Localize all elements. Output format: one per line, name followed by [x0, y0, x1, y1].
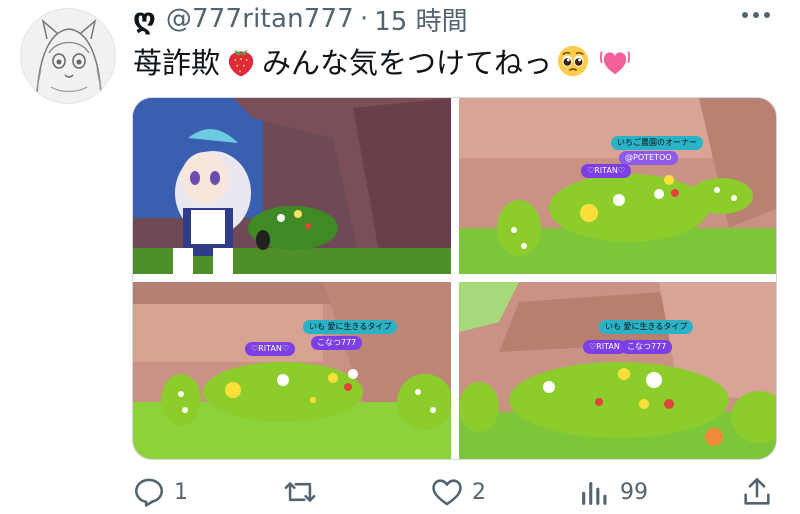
game-scene-bushes-1 — [459, 98, 776, 274]
nameplate-title: いも 愛に生きるタイプ — [303, 320, 398, 334]
nameplate-title: いも 愛に生きるタイプ — [599, 320, 694, 334]
media-image-4[interactable]: いも 愛に生きるタイプ ♡RITAN こなつ777 — [459, 282, 776, 459]
nameplate-player-right: こなつ777 — [621, 340, 673, 354]
strawberry-emoji-icon — [228, 49, 254, 77]
views-button[interactable]: 99 — [578, 472, 648, 512]
nameplate-title: いちご農園のオーナー — [611, 136, 703, 150]
tweet-action-bar: 1 2 99 — [132, 472, 780, 512]
nameplate-player: ♡RITAN♡ — [581, 164, 631, 178]
game-scene-bushes-2 — [133, 282, 451, 459]
reply-count: 1 — [174, 479, 188, 505]
growing-heart-emoji-icon — [599, 51, 631, 75]
views-count: 99 — [620, 479, 648, 505]
nameplate-player-left: ♡RITAN♡ — [245, 342, 295, 356]
media-image-2[interactable]: いちご農園のオーナー @POTETOO ♡RITAN♡ — [459, 98, 776, 274]
nameplate-player-right: こなつ777 — [311, 336, 363, 350]
tweet-text-part1: 苺詐欺 — [133, 46, 221, 80]
header-separator: · — [359, 4, 369, 34]
tweet-text: 苺詐欺 みんな気をつけてねっ — [133, 38, 636, 84]
share-button[interactable] — [740, 472, 774, 512]
media-image-3[interactable]: いも 愛に生きるタイプ ♡RITAN♡ こなつ777 — [133, 282, 451, 459]
like-button[interactable]: 2 — [430, 472, 486, 512]
user-handle[interactable]: @777ritan777 — [166, 4, 354, 34]
anime-sketch-avatar-image — [21, 9, 115, 103]
reply-icon — [134, 478, 164, 507]
media-grid[interactable]: いちご農園のオーナー @POTETOO ♡RITAN♡ いも 愛に生きるタイプ … — [132, 97, 777, 460]
share-icon — [744, 477, 770, 505]
heart-icon — [432, 479, 462, 506]
tweet-timestamp[interactable]: 15 時間 — [374, 1, 467, 38]
tweet-header: ღ @777ritan777 · 15 時間 — [133, 1, 468, 38]
reply-button[interactable]: 1 — [132, 472, 188, 512]
views-chart-icon — [582, 481, 607, 505]
nameplate-guild: @POTETOO — [619, 151, 678, 165]
media-image-1[interactable] — [133, 98, 451, 274]
pleading-face-emoji-icon — [557, 45, 589, 77]
nameplate-player-left: ♡RITAN — [583, 340, 626, 354]
retweet-icon — [284, 482, 316, 502]
like-count: 2 — [472, 479, 486, 505]
game-scene-character — [133, 98, 451, 274]
game-scene-bushes-3 — [459, 282, 776, 459]
profile-avatar[interactable] — [20, 8, 116, 104]
tweet-text-part2: みんな気をつけてねっ — [262, 46, 553, 80]
retweet-button[interactable] — [282, 472, 326, 512]
display-name-glyph[interactable]: ღ — [133, 5, 156, 33]
more-options-icon[interactable] — [742, 10, 772, 20]
